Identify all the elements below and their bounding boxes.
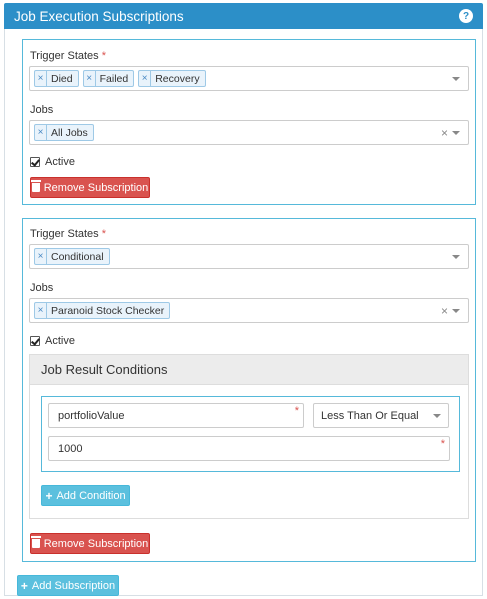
- condition-operator-select[interactable]: Less Than Or Equal: [313, 403, 449, 428]
- trigger-states-label: Trigger States *: [30, 228, 106, 240]
- subscription-card-1: Trigger States * × Died × Failed × Recove…: [22, 39, 476, 205]
- plus-icon: +: [20, 578, 28, 593]
- chip-remove-icon[interactable]: ×: [35, 71, 47, 86]
- trigger-state-chip: × Failed: [82, 70, 135, 87]
- condition-row: portfolioValue * Less Than Or Equal 1000…: [41, 396, 460, 472]
- remove-subscription-button[interactable]: Remove Subscription: [30, 177, 150, 198]
- add-condition-button[interactable]: + Add Condition: [41, 485, 130, 506]
- job-result-conditions-panel: Job Result Conditions portfolioValue * L…: [29, 354, 469, 519]
- clear-icon[interactable]: ×: [441, 126, 448, 140]
- chip-remove-icon[interactable]: ×: [35, 249, 47, 264]
- chip-remove-icon[interactable]: ×: [84, 71, 96, 86]
- page-title: Job Execution Subscriptions: [14, 8, 184, 24]
- jobs-select[interactable]: × All Jobs ×: [29, 120, 469, 145]
- jobs-label: Jobs: [30, 104, 54, 116]
- active-checkbox[interactable]: [30, 157, 40, 167]
- trigger-states-select[interactable]: × Died × Failed × Recovery: [29, 66, 469, 91]
- clear-icon[interactable]: ×: [441, 304, 448, 318]
- trigger-state-chip: × Recovery: [138, 70, 206, 87]
- chip-remove-icon[interactable]: ×: [35, 303, 47, 318]
- chevron-down-icon[interactable]: [452, 255, 460, 259]
- chevron-down-icon[interactable]: [433, 414, 441, 418]
- chevron-down-icon[interactable]: [452, 309, 460, 313]
- plus-icon: +: [45, 488, 53, 503]
- trigger-states-label: Trigger States *: [30, 50, 106, 62]
- jobs-label: Jobs: [30, 282, 54, 294]
- condition-field-input[interactable]: portfolioValue *: [48, 403, 304, 428]
- required-mark: *: [101, 50, 106, 62]
- jobs-select[interactable]: × Paranoid Stock Checker ×: [29, 298, 469, 323]
- chip-remove-icon[interactable]: ×: [139, 71, 152, 86]
- job-chip: × Paranoid Stock Checker: [34, 302, 171, 319]
- chevron-down-icon[interactable]: [452, 77, 460, 81]
- trigger-states-select[interactable]: × Conditional: [29, 244, 469, 269]
- required-mark: *: [294, 405, 299, 417]
- active-toggle[interactable]: Active: [30, 335, 75, 347]
- chip-remove-icon[interactable]: ×: [35, 125, 47, 140]
- trigger-state-chip: × Conditional: [34, 248, 110, 265]
- panel-body: Trigger States * × Died × Failed × Recove…: [4, 29, 483, 596]
- conditions-title: Job Result Conditions: [30, 355, 468, 385]
- job-chip: × All Jobs: [34, 124, 94, 141]
- condition-value-input[interactable]: 1000 *: [48, 436, 450, 461]
- help-icon[interactable]: ?: [459, 9, 473, 23]
- trash-icon: [30, 180, 41, 192]
- required-mark: *: [440, 438, 445, 450]
- required-mark: *: [101, 228, 106, 240]
- chevron-down-icon[interactable]: [452, 131, 460, 135]
- panel-header: Job Execution Subscriptions ?: [4, 3, 483, 29]
- subscription-card-2: Trigger States * × Conditional Jobs × Par…: [22, 218, 476, 562]
- trigger-state-chip: × Died: [34, 70, 79, 87]
- add-subscription-button[interactable]: + Add Subscription: [17, 575, 119, 596]
- remove-subscription-button[interactable]: Remove Subscription: [30, 533, 150, 554]
- active-toggle[interactable]: Active: [30, 156, 75, 168]
- trash-icon: [30, 536, 41, 548]
- active-checkbox[interactable]: [30, 336, 40, 346]
